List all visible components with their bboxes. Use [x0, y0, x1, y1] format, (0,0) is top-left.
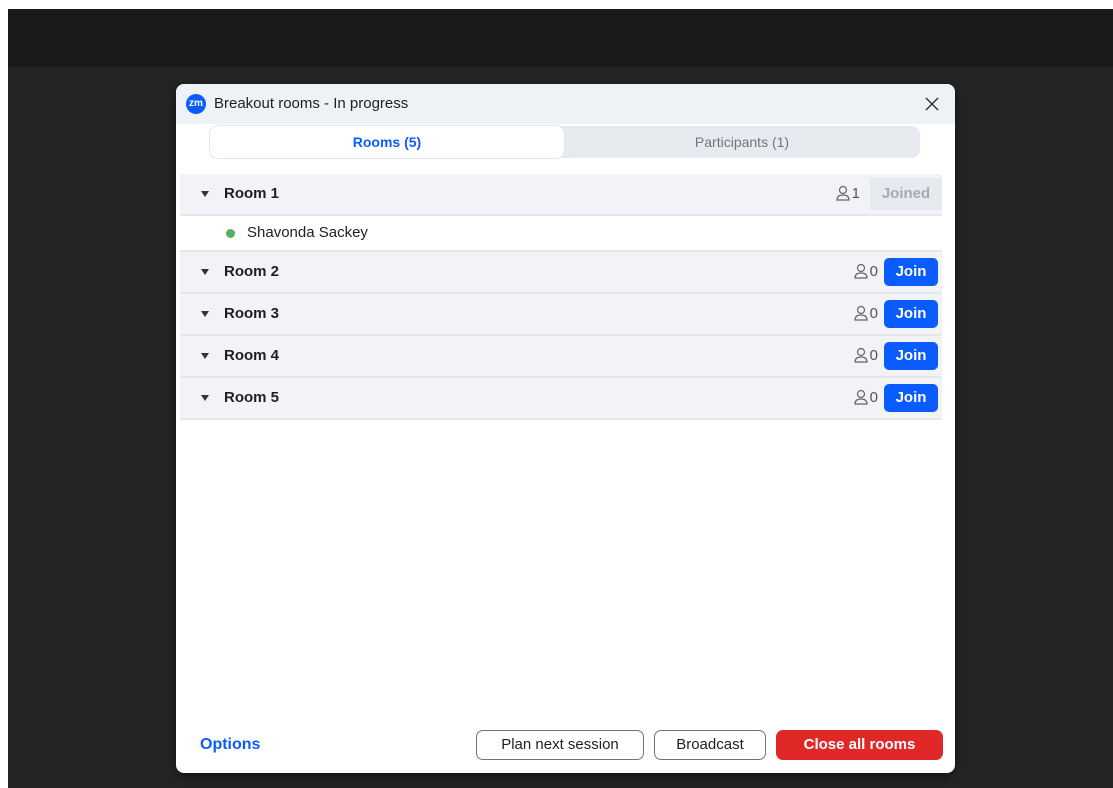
online-status-dot [226, 229, 235, 238]
participant-row[interactable]: Shavonda Sackey [180, 216, 942, 252]
participant-count-value: 0 [869, 347, 878, 364]
caret-down-icon[interactable] [201, 191, 209, 197]
caret-down-icon[interactable] [201, 269, 209, 275]
participant-count: 0 [854, 304, 878, 324]
caret-down-icon[interactable] [201, 353, 209, 359]
room-name: Room 5 [224, 389, 280, 406]
close-all-rooms-button[interactable]: Close all rooms [776, 730, 943, 760]
join-room-2-button[interactable]: Join [884, 258, 938, 286]
room-name: Room 3 [224, 305, 280, 322]
tab-participants[interactable]: Participants (1) [564, 126, 920, 158]
plan-next-session-button[interactable]: Plan next session [476, 730, 644, 760]
person-icon [854, 305, 868, 321]
room-row-5[interactable]: Room 5 0 Join [180, 378, 942, 420]
caret-down-icon[interactable] [201, 395, 209, 401]
person-icon [854, 263, 868, 279]
broadcast-button[interactable]: Broadcast [654, 730, 766, 760]
joined-status-button: Joined [870, 178, 942, 210]
close-icon [925, 97, 939, 111]
breakout-rooms-dialog: zm Breakout rooms - In progress Rooms (5… [176, 84, 955, 773]
tab-rooms[interactable]: Rooms (5) [210, 126, 564, 158]
participant-count-value: 0 [869, 305, 878, 322]
person-icon [854, 389, 868, 405]
room-row-2[interactable]: Room 2 0 Join [180, 252, 942, 294]
room-name: Room 2 [224, 263, 280, 280]
room-row-4[interactable]: Room 4 0 Join [180, 336, 942, 378]
participant-count: 0 [854, 388, 878, 408]
room-name: Room 4 [224, 347, 280, 364]
zoom-app-icon: zm [186, 94, 206, 114]
tab-switcher: Rooms (5) Participants (1) [210, 126, 920, 158]
participant-name: Shavonda Sackey [247, 224, 368, 241]
person-icon [854, 347, 868, 363]
dialog-title: Breakout rooms - In progress [214, 95, 409, 112]
participant-count-value: 0 [869, 389, 878, 406]
room-row-1[interactable]: Room 1 1 Joined [180, 174, 942, 216]
room-list: Room 1 1 Joined Shavonda Sackey Room 2 0 [180, 174, 942, 420]
participant-count: 0 [854, 262, 878, 282]
room-row-3[interactable]: Room 3 0 Join [180, 294, 942, 336]
caret-down-icon[interactable] [201, 311, 209, 317]
participant-count: 1 [836, 184, 860, 204]
dialog-title-bar: zm Breakout rooms - In progress [176, 84, 955, 124]
participant-count-value: 0 [869, 263, 878, 280]
options-link[interactable]: Options [200, 736, 260, 754]
join-room-5-button[interactable]: Join [884, 384, 938, 412]
person-icon [836, 185, 850, 201]
close-dialog-button[interactable] [921, 93, 943, 115]
join-room-4-button[interactable]: Join [884, 342, 938, 370]
join-room-3-button[interactable]: Join [884, 300, 938, 328]
room-name: Room 1 [224, 185, 280, 202]
participant-count: 0 [854, 346, 878, 366]
meeting-top-bar [8, 9, 1113, 67]
participant-count-value: 1 [851, 185, 860, 202]
